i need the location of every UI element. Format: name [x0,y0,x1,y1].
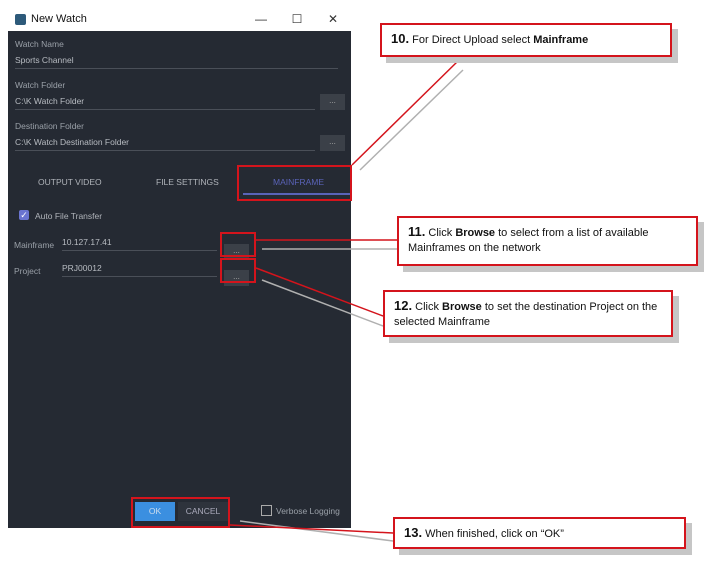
callout-step-12: 12. Click Browse to set the destination … [383,290,673,337]
callout-bold: Browse [442,301,482,313]
callout-text: Click [428,227,456,239]
callout-step-11: 11. Click Browse to select from a list o… [397,216,698,266]
step-number: 11. [408,224,426,239]
callout-text: Click [415,301,443,313]
callout-step-10: 10. For Direct Upload select Mainframe [380,23,672,57]
callout-bold: Browse [455,227,496,239]
callout-text: For Direct Upload select [412,34,534,46]
connector-lines [229,59,464,542]
step-number: 12. [394,298,413,313]
callout-text: When finished, click on “OK” [425,528,564,540]
step-number: 10. [391,31,410,46]
callout-bold: Mainframe [533,34,589,46]
step-number: 13. [404,525,423,540]
callout-step-13: 13. When finished, click on “OK” [393,517,686,549]
